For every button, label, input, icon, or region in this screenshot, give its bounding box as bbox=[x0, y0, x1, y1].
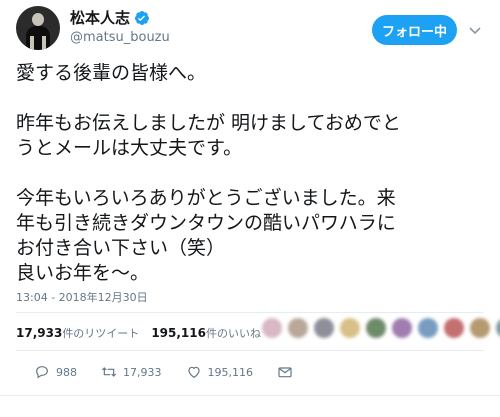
divider bbox=[0, 395, 500, 396]
verified-badge-icon bbox=[135, 11, 150, 25]
reply-action[interactable]: 988 bbox=[34, 364, 77, 380]
retweet-icon[interactable] bbox=[101, 364, 117, 380]
avatar[interactable] bbox=[16, 6, 60, 50]
liker-avatar[interactable] bbox=[262, 318, 282, 338]
liker-avatar[interactable] bbox=[314, 318, 334, 338]
user-info: 松本人志 @matsu_bouzu bbox=[70, 8, 170, 47]
divider bbox=[16, 312, 484, 313]
likes-label[interactable]: 件のいいね bbox=[206, 325, 261, 341]
envelope-icon[interactable] bbox=[277, 364, 293, 380]
tweet-actions: 988 17,933 195,116 bbox=[34, 364, 317, 380]
liker-avatar[interactable] bbox=[340, 318, 360, 338]
reply-count: 988 bbox=[56, 365, 77, 379]
reply-icon[interactable] bbox=[34, 364, 50, 380]
tweet-text: 愛する後輩の皆様へ。 昨年もお伝えしましたが 明けましておめでと うとメールは大… bbox=[16, 62, 401, 284]
liker-avatar[interactable] bbox=[288, 318, 308, 338]
divider bbox=[16, 350, 484, 351]
liker-avatar[interactable] bbox=[418, 318, 438, 338]
retweet-count: 17,933 bbox=[123, 365, 162, 379]
tweet-timestamp[interactable]: 13:04 - 2018年12月30日 bbox=[16, 290, 148, 306]
liker-avatar[interactable] bbox=[366, 318, 386, 338]
like-action[interactable]: 195,116 bbox=[186, 364, 254, 380]
liker-avatar[interactable] bbox=[444, 318, 464, 338]
heart-icon[interactable] bbox=[186, 364, 202, 380]
liker-avatar[interactable] bbox=[470, 318, 490, 338]
like-count: 195,116 bbox=[207, 365, 254, 379]
engagement-stats: 17,933 件のリツイート 195,116 件のいいね bbox=[16, 325, 261, 341]
likes-count[interactable]: 195,116 bbox=[151, 326, 206, 340]
retweets-count[interactable]: 17,933 bbox=[16, 326, 62, 340]
liker-avatars bbox=[262, 318, 500, 338]
liker-avatar[interactable] bbox=[496, 318, 500, 338]
retweet-action[interactable]: 17,933 bbox=[101, 364, 162, 380]
liker-avatar[interactable] bbox=[392, 318, 412, 338]
chevron-down-icon[interactable] bbox=[468, 23, 482, 37]
user-handle[interactable]: @matsu_bouzu bbox=[70, 29, 170, 47]
tweet-header: 松本人志 @matsu_bouzu フォロー中 bbox=[16, 6, 486, 50]
retweets-label[interactable]: 件のリツイート bbox=[62, 325, 139, 341]
display-name[interactable]: 松本人志 bbox=[70, 8, 130, 28]
dm-action[interactable] bbox=[277, 364, 293, 380]
following-button[interactable]: フォロー中 bbox=[372, 15, 457, 45]
